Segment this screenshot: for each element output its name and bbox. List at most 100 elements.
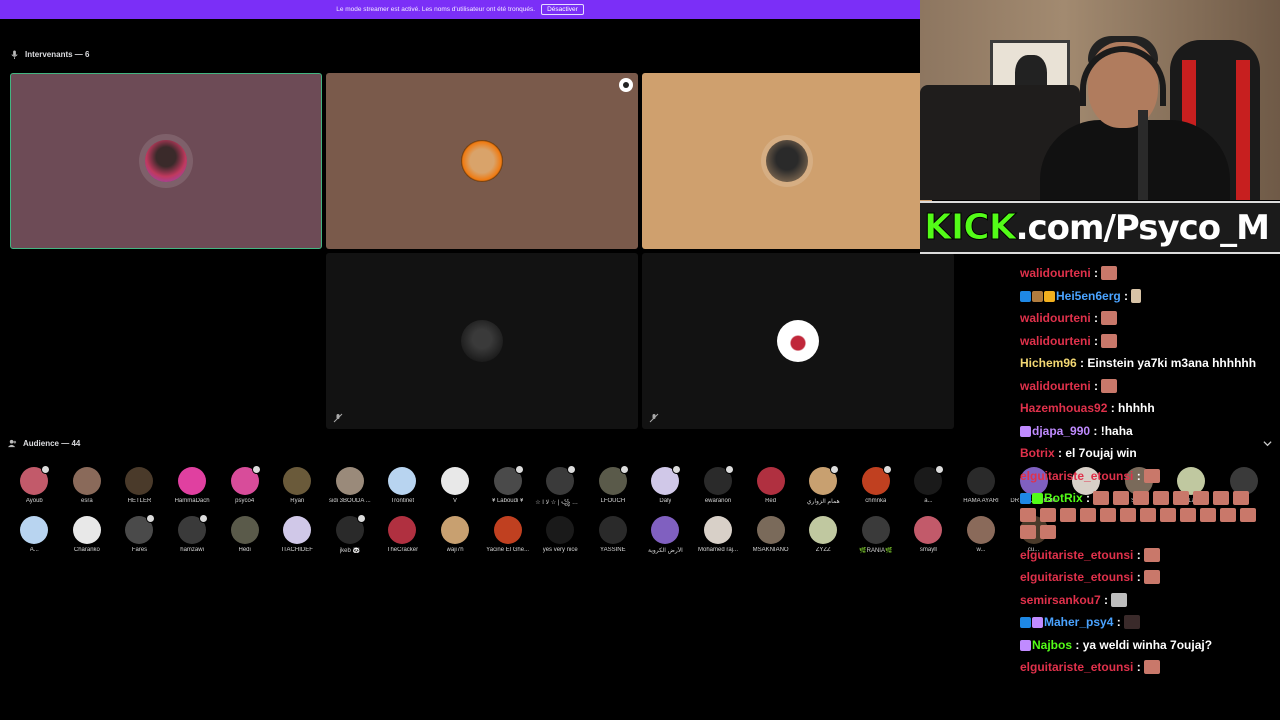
chat-text: Einstein ya7ki m3ana hhhhhh bbox=[1087, 356, 1257, 370]
audience-avatar bbox=[704, 465, 735, 495]
audience-member[interactable]: jkeb 🐼 bbox=[324, 514, 377, 554]
audience-member[interactable]: Red bbox=[744, 467, 797, 510]
chat-badge-icon bbox=[1044, 290, 1055, 302]
chat-separator: : bbox=[1054, 446, 1066, 460]
audience-member[interactable]: waji7h bbox=[429, 516, 482, 554]
audience-member[interactable]: chmnka bbox=[850, 465, 903, 510]
audience-avatar bbox=[598, 516, 627, 544]
audience-member[interactable]: MSAKNIANO bbox=[744, 516, 797, 554]
speaker-tile[interactable] bbox=[642, 73, 932, 249]
audience-member[interactable]: Ayoub bbox=[8, 465, 61, 510]
chat-separator: : bbox=[1090, 266, 1102, 280]
disable-streamer-mode-button[interactable]: Désactiver bbox=[541, 4, 584, 15]
audience-avatar bbox=[966, 467, 995, 495]
emote-icon bbox=[1111, 592, 1128, 607]
audience-avatar bbox=[861, 465, 892, 495]
kick-url-banner: KICK .com/Psyco_M bbox=[920, 201, 1280, 254]
chat-username: elguitariste_etounsi bbox=[1020, 660, 1134, 674]
audience-member[interactable]: Yacine El Ghe... bbox=[481, 516, 534, 554]
audience-name: sidi 3BOUDA ... bbox=[329, 498, 371, 504]
audience-member[interactable]: 🌿RANIA🌿 bbox=[850, 516, 903, 554]
chat-message: Hazemhouas92 : hhhhh bbox=[1020, 400, 1260, 417]
audience-avatar bbox=[914, 516, 943, 544]
audience-avatar bbox=[20, 465, 51, 495]
audience-name: YASSINE bbox=[600, 547, 626, 553]
status-badge bbox=[146, 514, 156, 523]
audience-member[interactable]: Hedi bbox=[218, 516, 271, 554]
audience-member[interactable]: Fares bbox=[113, 514, 166, 554]
status-badge bbox=[356, 514, 366, 523]
audience-member[interactable]: ITACHIDEF bbox=[271, 516, 324, 554]
emote-icon bbox=[1124, 615, 1141, 629]
chat-username: walidourteni bbox=[1020, 378, 1091, 393]
audience-name: Hedi bbox=[238, 547, 251, 553]
audience-member[interactable]: V bbox=[429, 467, 482, 510]
audience-member[interactable]: الأرض الكروية bbox=[639, 516, 692, 554]
audience-member[interactable]: همام الزواري bbox=[797, 465, 850, 510]
audience-member[interactable]: YASSINE bbox=[587, 516, 640, 554]
audience-member[interactable]: smayll bbox=[902, 516, 955, 554]
status-badge bbox=[567, 465, 577, 474]
kick-url: .com/Psyco_M bbox=[1015, 207, 1270, 248]
speaker-tile[interactable] bbox=[326, 253, 638, 429]
audience-name: ZYZZ bbox=[815, 547, 831, 553]
audience-name: Ayoub bbox=[25, 498, 43, 504]
audience-member[interactable]: TheCracker bbox=[376, 516, 429, 554]
audience-avatar bbox=[72, 516, 101, 544]
audience-member[interactable]: yes very nice bbox=[534, 516, 587, 554]
status-badge bbox=[672, 465, 682, 474]
audience-member[interactable]: LFOUCH bbox=[587, 465, 640, 510]
audience-member[interactable]: hamzawi bbox=[166, 514, 219, 554]
audience-member[interactable]: esra bbox=[61, 467, 114, 510]
chat-separator: : bbox=[1133, 660, 1145, 674]
streamer-mode-banner: Le mode streamer est activé. Les noms d'… bbox=[0, 0, 920, 19]
audience-member[interactable]: ZYZZ bbox=[797, 516, 850, 554]
audience-avatar bbox=[493, 465, 524, 495]
chat-username: elguitariste_etounsi bbox=[1020, 468, 1134, 483]
audience-member[interactable]: a... bbox=[902, 465, 955, 510]
audience-member[interactable]: HETLER bbox=[113, 467, 166, 510]
chevron-down-icon[interactable] bbox=[1263, 439, 1272, 448]
chat-badge-icon bbox=[1032, 617, 1043, 628]
emote-icon bbox=[1160, 508, 1176, 522]
chat-username: elguitariste_etounsi bbox=[1020, 570, 1134, 584]
audience-member[interactable]: ☆ ﻻ ا ☆ | ꧁ ꧂ ꧁ bbox=[534, 465, 587, 510]
chat-username: Hazemhouas92 bbox=[1020, 401, 1108, 415]
emote-icon bbox=[1101, 378, 1118, 393]
audience-member[interactable]: Trontinet bbox=[376, 467, 429, 510]
chat-message: elguitariste_etounsi : bbox=[1020, 468, 1260, 485]
audience-avatar bbox=[388, 516, 417, 544]
emote-icon bbox=[1020, 508, 1036, 522]
audience-member[interactable]: Mohamed raj... bbox=[692, 516, 745, 554]
audience-member[interactable]: w... bbox=[955, 516, 1008, 554]
chat-overlay: walidourteni : Hei5en6erg : walidourteni… bbox=[1020, 265, 1260, 682]
emote-icon bbox=[1120, 508, 1136, 522]
audience-member[interactable]: Charanko bbox=[61, 516, 114, 554]
page: { "banner": {"text": "Le mode streamer e… bbox=[0, 0, 1280, 720]
audience-name: LFOUCH bbox=[600, 498, 626, 504]
pin-icon[interactable] bbox=[619, 78, 633, 92]
audience-member[interactable]: A... bbox=[8, 516, 61, 554]
audience-name: TheCracker bbox=[386, 547, 419, 553]
speaker-tile[interactable] bbox=[10, 73, 322, 249]
chat-text: hhhhh bbox=[1118, 401, 1155, 415]
audience-avatar bbox=[335, 467, 364, 495]
audience-member[interactable]: Daly bbox=[639, 465, 692, 510]
emote-icon bbox=[1153, 491, 1170, 505]
audience-member[interactable]: HAMA AYARI bbox=[955, 467, 1008, 510]
audience-name: همام الزواري bbox=[806, 499, 840, 505]
chat-message: Najbos : ya weldi winha 7oujaj? bbox=[1020, 637, 1260, 654]
audience-member[interactable]: HammaDach bbox=[166, 467, 219, 510]
speaker-tile[interactable] bbox=[642, 253, 954, 429]
audience-avatar bbox=[704, 516, 733, 544]
chat-message: BotRix : bbox=[1020, 490, 1260, 541]
audience-member[interactable]: ¥ Laboudi ¥ bbox=[481, 465, 534, 510]
chat-separator: : bbox=[1100, 592, 1112, 607]
audience-member[interactable]: Ryan bbox=[271, 467, 324, 510]
speaker-tile[interactable] bbox=[326, 73, 638, 249]
chat-username: elguitariste_etounsi bbox=[1020, 547, 1134, 562]
audience-avatar bbox=[914, 465, 945, 495]
audience-member[interactable]: ewaranon bbox=[692, 465, 745, 510]
audience-member[interactable]: sidi 3BOUDA ... bbox=[324, 467, 377, 510]
audience-member[interactable]: psyco4 bbox=[218, 465, 271, 510]
